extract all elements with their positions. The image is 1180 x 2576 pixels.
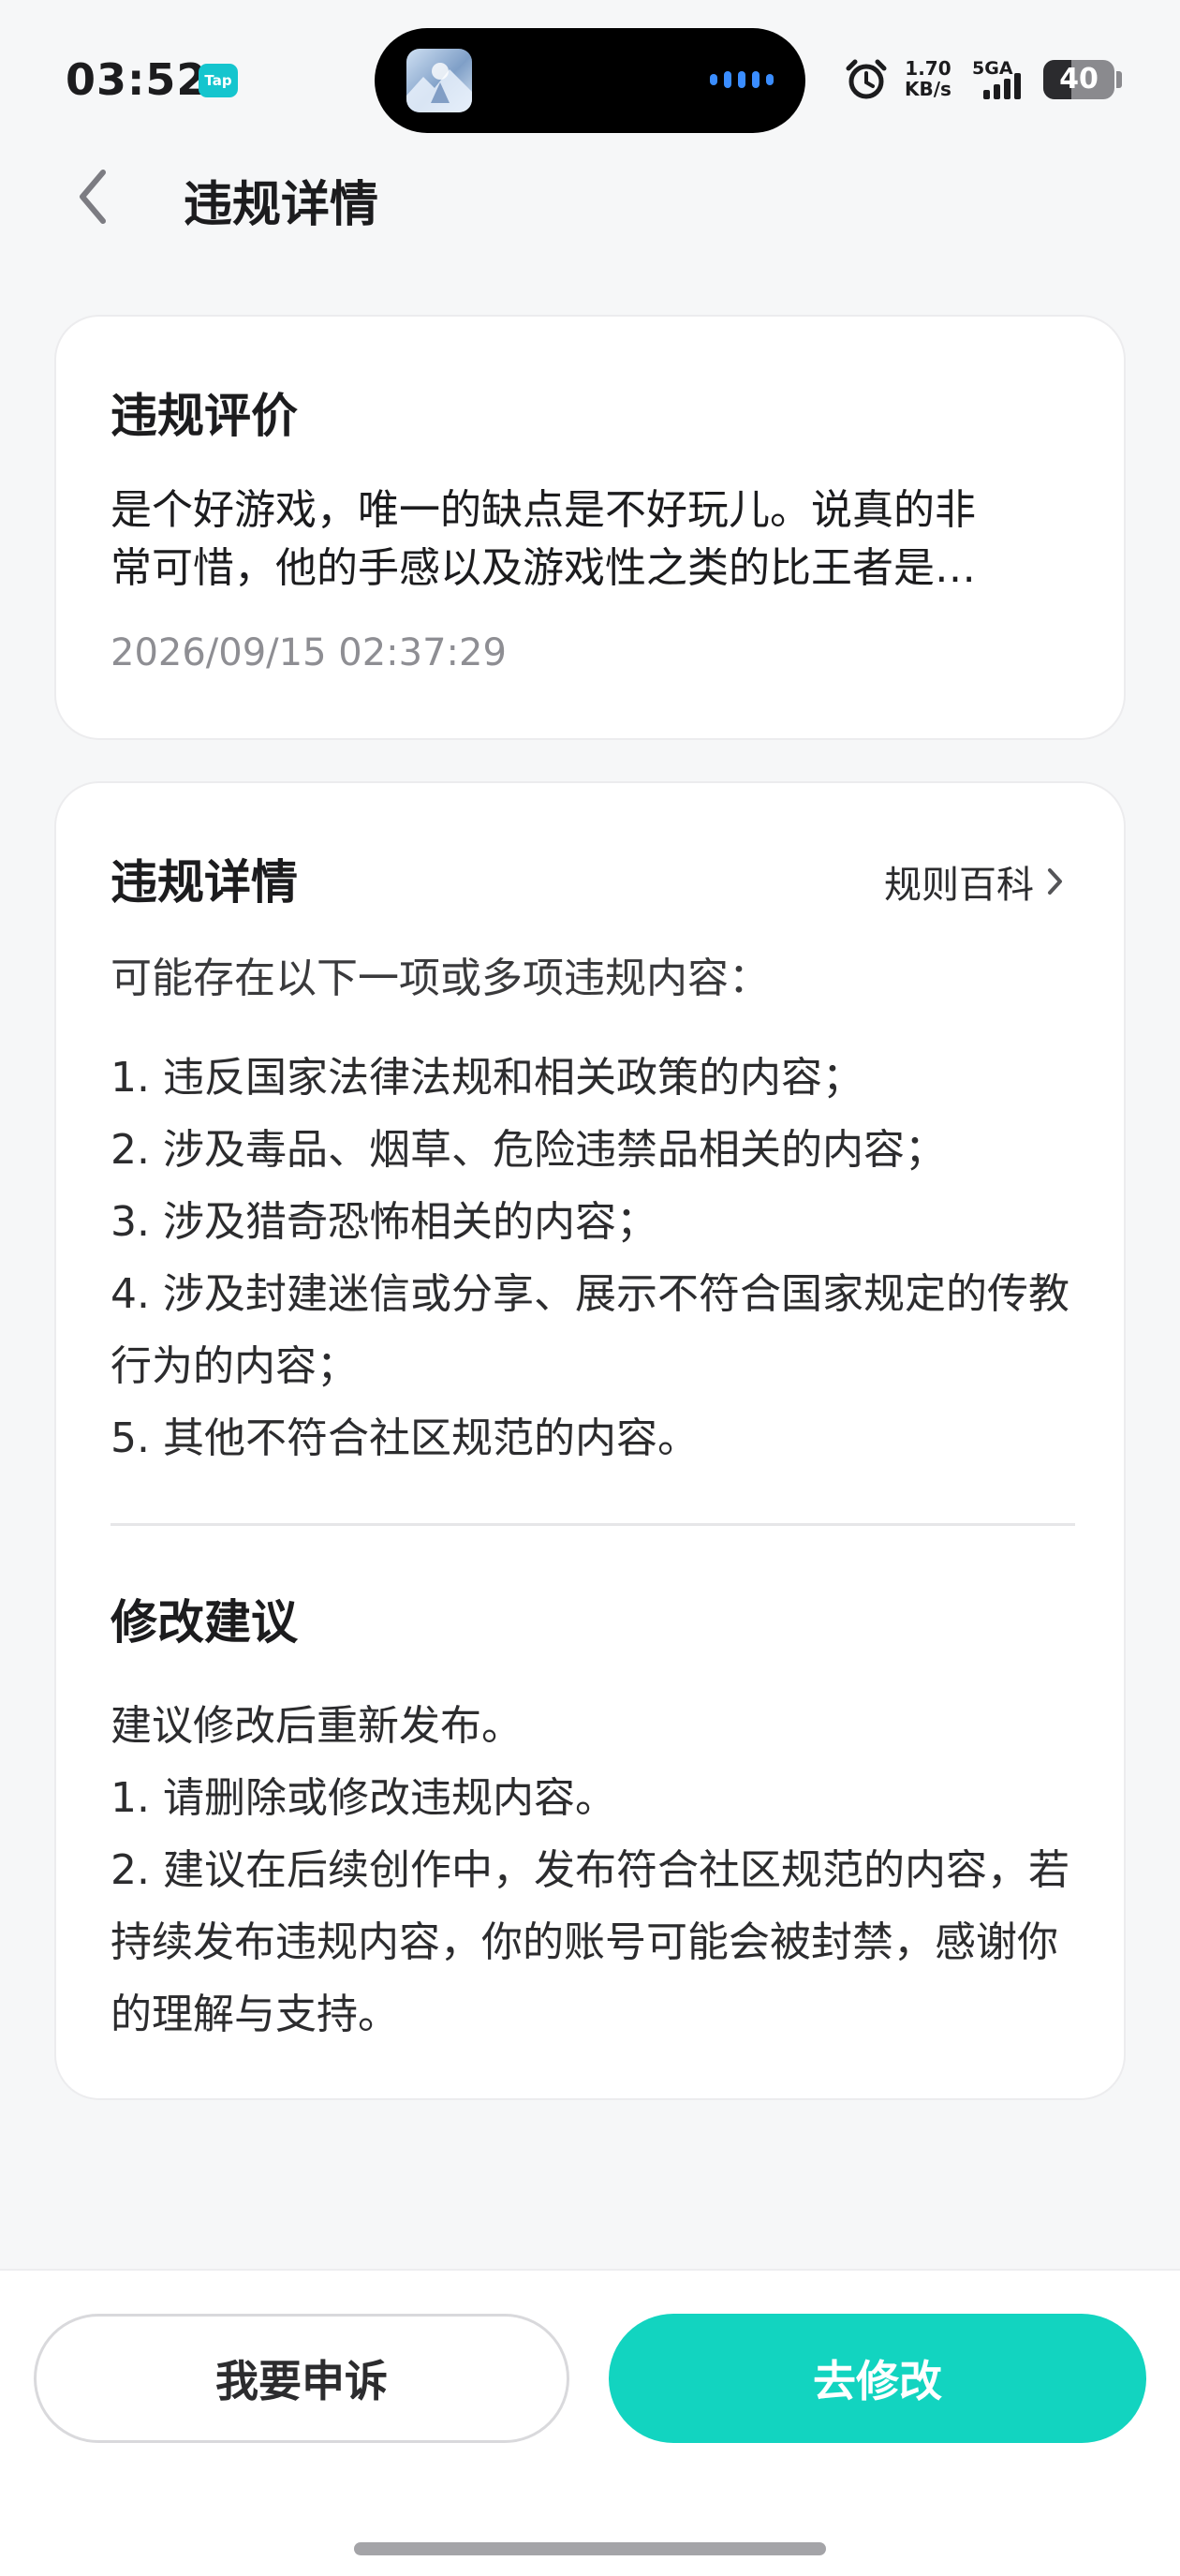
page-title: 违规详情 — [184, 177, 379, 233]
review-timestamp: 2026/09/15 02:37:29 — [111, 631, 507, 674]
status-time: 03:52 — [66, 54, 208, 105]
rule-link-label: 规则百科 — [884, 864, 1034, 907]
signal-icon — [983, 73, 1021, 99]
battery-level: 40 — [1059, 63, 1099, 96]
appeal-button[interactable]: 我要申诉 — [34, 2314, 569, 2443]
violation-detail-page: 03:52 Tap 1.70 KB/s 5GA 40 违规详情 违规评价 是个好… — [0, 0, 1180, 2576]
battery-icon: 40 — [1043, 60, 1114, 99]
violation-item: 2. 涉及毒品、烟草、危险违禁品相关的内容； — [111, 1126, 946, 1174]
media-thumbnail — [406, 49, 472, 112]
network-speed: 1.70 KB/s — [905, 58, 951, 99]
go-fix-button[interactable]: 去修改 — [609, 2314, 1146, 2443]
review-text-line: 常可惜，他的手感以及游戏性之类的比王者是… — [111, 544, 976, 592]
alarm-icon — [846, 59, 887, 99]
violation-list: 1. 违反国家法律法规和相关政策的内容； 2. 涉及毒品、烟草、危险违禁品相关的… — [111, 1042, 1084, 1474]
suggestion-line: 2. 建议在后续创作中，发布符合社区规范的内容，若持续发布违规内容，你的账号可能… — [111, 1846, 1069, 2038]
review-text: 是个好游戏，唯一的缺点是不好玩儿。说真的非 常可惜，他的手感以及游戏性之类的比王… — [111, 481, 1084, 598]
violation-intro: 可能存在以下一项或多项违规内容： — [111, 955, 770, 1002]
suggestion-line: 1. 请删除或修改违规内容。 — [111, 1774, 616, 1822]
rule-encyclopedia-link[interactable]: 规则百科 — [884, 854, 1066, 909]
speed-value: 1.70 — [905, 57, 951, 80]
detail-card: 违规详情 规则百科 可能存在以下一项或多项违规内容： 1. 违反国家法律法规和相… — [54, 781, 1126, 2100]
battery-cap — [1116, 71, 1122, 88]
tap-app-badge: Tap — [199, 64, 238, 97]
suggestion-list: 建议修改后重新发布。 1. 请删除或修改违规内容。 2. 建议在后续创作中，发布… — [111, 1690, 1084, 2050]
detail-heading: 违规详情 — [111, 855, 298, 910]
suggestion-heading: 修改建议 — [111, 1595, 298, 1650]
violation-item: 4. 涉及封建迷信或分享、展示不符合国家规定的传教行为的内容； — [111, 1270, 1069, 1390]
bottom-action-bar: 我要申诉 去修改 — [0, 2269, 1180, 2576]
back-arrow-icon — [80, 170, 106, 224]
review-card: 违规评价 是个好游戏，唯一的缺点是不好玩儿。说真的非 常可惜，他的手感以及游戏性… — [54, 315, 1126, 740]
home-indicator[interactable] — [354, 2542, 826, 2555]
speed-unit: KB/s — [905, 78, 951, 100]
chevron-right-icon — [1048, 868, 1062, 895]
review-heading: 违规评价 — [111, 389, 298, 443]
violation-item: 5. 其他不符合社区规范的内容。 — [111, 1414, 699, 1462]
section-divider — [111, 1523, 1075, 1526]
violation-item: 3. 涉及猎奇恐怖相关的内容； — [111, 1198, 657, 1246]
suggestion-line: 建议修改后重新发布。 — [111, 1702, 523, 1750]
back-button[interactable] — [62, 159, 127, 234]
review-text-line: 是个好游戏，唯一的缺点是不好玩儿。说真的非 — [111, 486, 976, 534]
dynamic-island[interactable] — [375, 28, 805, 133]
audio-wave-icon — [710, 71, 774, 88]
violation-item: 1. 违反国家法律法规和相关政策的内容； — [111, 1054, 863, 1102]
status-bar: 03:52 Tap 1.70 KB/s 5GA 40 — [0, 0, 1180, 141]
